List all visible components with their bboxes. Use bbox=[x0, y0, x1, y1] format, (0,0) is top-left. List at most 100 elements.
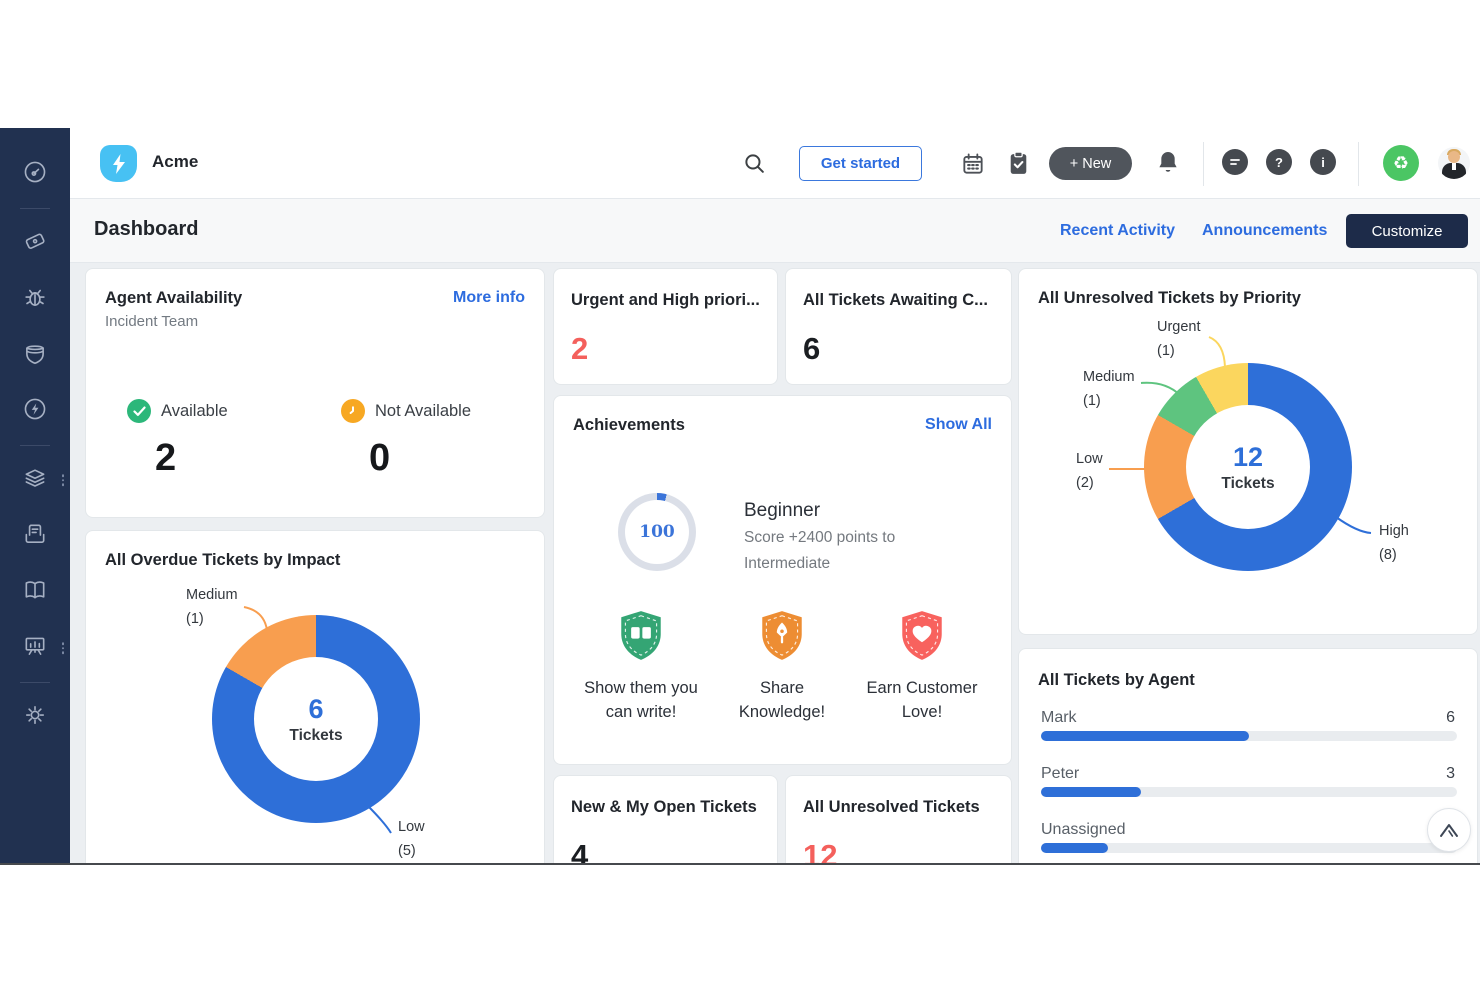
agent-name: Peter bbox=[1041, 765, 1079, 783]
sidebar-item-admin[interactable] bbox=[0, 689, 70, 745]
available-check-icon bbox=[127, 399, 151, 423]
priority-donut-chart[interactable]: 12 Tickets bbox=[1144, 363, 1352, 571]
callout-medium: Medium(1) bbox=[186, 583, 238, 631]
sidebar bbox=[0, 128, 70, 863]
layers-icon bbox=[22, 465, 48, 496]
user-avatar[interactable] bbox=[1438, 147, 1470, 179]
sidebar-item-solutions[interactable] bbox=[0, 564, 70, 620]
achievement-level: Beginner bbox=[744, 500, 820, 522]
stat-value: 6 bbox=[803, 331, 820, 367]
callout-low: Low(5) bbox=[398, 815, 425, 863]
card-overdue-by-impact: All Overdue Tickets by Impact 6 Tickets … bbox=[85, 530, 545, 865]
card-agent-availability: Agent Availability Incident Team More in… bbox=[85, 268, 545, 518]
feedback-icon[interactable] bbox=[1222, 149, 1248, 175]
scroll-to-top-button[interactable] bbox=[1427, 808, 1471, 852]
agent-value: 6 bbox=[1446, 709, 1455, 727]
notification-bell-icon[interactable] bbox=[1155, 149, 1181, 177]
card-all-unresolved: All Unresolved Tickets 12 bbox=[785, 775, 1012, 865]
not-available-clock-icon bbox=[341, 399, 365, 423]
card-title: All Overdue Tickets by Impact bbox=[105, 551, 340, 570]
header-divider bbox=[1358, 142, 1359, 186]
not-available-label: Not Available bbox=[375, 402, 471, 421]
card-title: Agent Availability bbox=[105, 289, 242, 308]
brand-name: Acme bbox=[152, 152, 198, 172]
sidebar-item-assets[interactable] bbox=[0, 452, 70, 508]
calendar-icon[interactable] bbox=[960, 151, 986, 177]
freshworks-switcher-icon[interactable]: ♻ bbox=[1383, 145, 1419, 181]
card-title: All Tickets Awaiting C... bbox=[803, 291, 997, 310]
card-tickets-awaiting: All Tickets Awaiting C... 6 bbox=[785, 268, 1012, 385]
card-title: New & My Open Tickets bbox=[571, 798, 771, 817]
badge-knowledge[interactable]: ShareKnowledge! bbox=[711, 609, 853, 724]
sidebar-item-releases[interactable] bbox=[0, 383, 70, 439]
card-achievements: Achievements Show All 100 Beginner Score… bbox=[553, 395, 1012, 765]
agent-bar bbox=[1041, 843, 1457, 853]
sidebar-item-inbox[interactable] bbox=[0, 508, 70, 564]
get-started-button[interactable]: Get started bbox=[799, 146, 922, 181]
stat-value: 12 bbox=[803, 838, 837, 865]
help-icon[interactable]: ? bbox=[1266, 149, 1292, 175]
card-subtitle: Incident Team bbox=[105, 313, 242, 330]
callout-medium: Medium(1) bbox=[1083, 365, 1135, 413]
donut-center-label: Tickets bbox=[289, 727, 342, 745]
chart-board-icon bbox=[22, 633, 48, 664]
badge-label: Earn CustomerLove! bbox=[851, 676, 993, 724]
sidebar-divider bbox=[20, 208, 50, 209]
book-icon bbox=[22, 577, 48, 608]
badge-label: Show them youcan write! bbox=[570, 676, 712, 724]
gear-icon bbox=[22, 702, 48, 733]
sidebar-item-changes[interactable] bbox=[0, 327, 70, 383]
top-header: Acme Get started + New ? i ♻ bbox=[70, 128, 1480, 199]
info-icon[interactable]: i bbox=[1310, 149, 1336, 175]
available-label: Available bbox=[161, 402, 228, 421]
green-shield-book-icon bbox=[617, 609, 665, 663]
ticket-icon bbox=[22, 228, 48, 259]
score-text-line2: Intermediate bbox=[744, 555, 830, 573]
main-area: Acme Get started + New ? i ♻ bbox=[70, 128, 1480, 863]
bug-icon bbox=[22, 284, 48, 315]
score-text-line1: Score +2400 points to bbox=[744, 529, 895, 547]
badge-write[interactable]: Show them youcan write! bbox=[570, 609, 712, 724]
callout-urgent: Urgent(1) bbox=[1157, 315, 1201, 363]
sidebar-item-tickets[interactable] bbox=[0, 215, 70, 271]
sidebar-item-problems[interactable] bbox=[0, 271, 70, 327]
kebab-menu-icon[interactable] bbox=[62, 472, 65, 488]
document-tray-icon bbox=[22, 521, 48, 552]
show-all-link[interactable]: Show All bbox=[925, 416, 992, 434]
dashboard-gauge-icon bbox=[22, 159, 48, 190]
search-icon[interactable] bbox=[742, 151, 767, 176]
agent-bar bbox=[1041, 731, 1457, 741]
clipboard-check-icon[interactable] bbox=[1006, 150, 1031, 177]
recent-activity-link[interactable]: Recent Activity bbox=[1060, 222, 1175, 240]
sidebar-item-dashboard[interactable] bbox=[0, 146, 70, 202]
donut-center-label: Tickets bbox=[1221, 475, 1274, 493]
bolt-circle-icon bbox=[22, 396, 48, 427]
red-shield-heart-icon bbox=[898, 609, 946, 663]
app-window: Acme Get started + New ? i ♻ bbox=[0, 128, 1480, 865]
sidebar-item-analytics[interactable] bbox=[0, 620, 70, 676]
card-title: All Tickets by Agent bbox=[1038, 671, 1195, 690]
callout-low: Low(2) bbox=[1076, 447, 1103, 495]
new-button[interactable]: + New bbox=[1049, 147, 1132, 180]
score-progress-ring: 100 bbox=[618, 493, 696, 571]
sidebar-divider bbox=[20, 445, 50, 446]
card-urgent-high: Urgent and High priori... 2 bbox=[553, 268, 778, 385]
kebab-menu-icon[interactable] bbox=[62, 640, 65, 656]
agent-name: Mark bbox=[1041, 709, 1077, 727]
overdue-donut-chart[interactable]: 6 Tickets bbox=[212, 615, 420, 823]
badge-label: ShareKnowledge! bbox=[711, 676, 853, 724]
card-new-my-open: New & My Open Tickets 4 bbox=[553, 775, 778, 865]
brand-logo[interactable] bbox=[100, 145, 137, 182]
card-title: All Unresolved Tickets by Priority bbox=[1038, 289, 1301, 308]
callout-high: High(8) bbox=[1379, 519, 1409, 567]
customize-button[interactable]: Customize bbox=[1346, 214, 1468, 248]
card-unresolved-by-priority: All Unresolved Tickets by Priority 12 Ti… bbox=[1018, 268, 1478, 635]
card-title: Achievements bbox=[573, 416, 685, 435]
announcements-link[interactable]: Announcements bbox=[1202, 222, 1327, 240]
more-info-link[interactable]: More info bbox=[453, 289, 525, 307]
available-value: 2 bbox=[155, 437, 228, 480]
orange-shield-pen-icon bbox=[758, 609, 806, 663]
badge-customer-love[interactable]: Earn CustomerLove! bbox=[851, 609, 993, 724]
agent-value: 3 bbox=[1446, 765, 1455, 783]
card-tickets-by-agent: All Tickets by Agent Mark 6 Peter 3 Unas… bbox=[1018, 648, 1478, 865]
